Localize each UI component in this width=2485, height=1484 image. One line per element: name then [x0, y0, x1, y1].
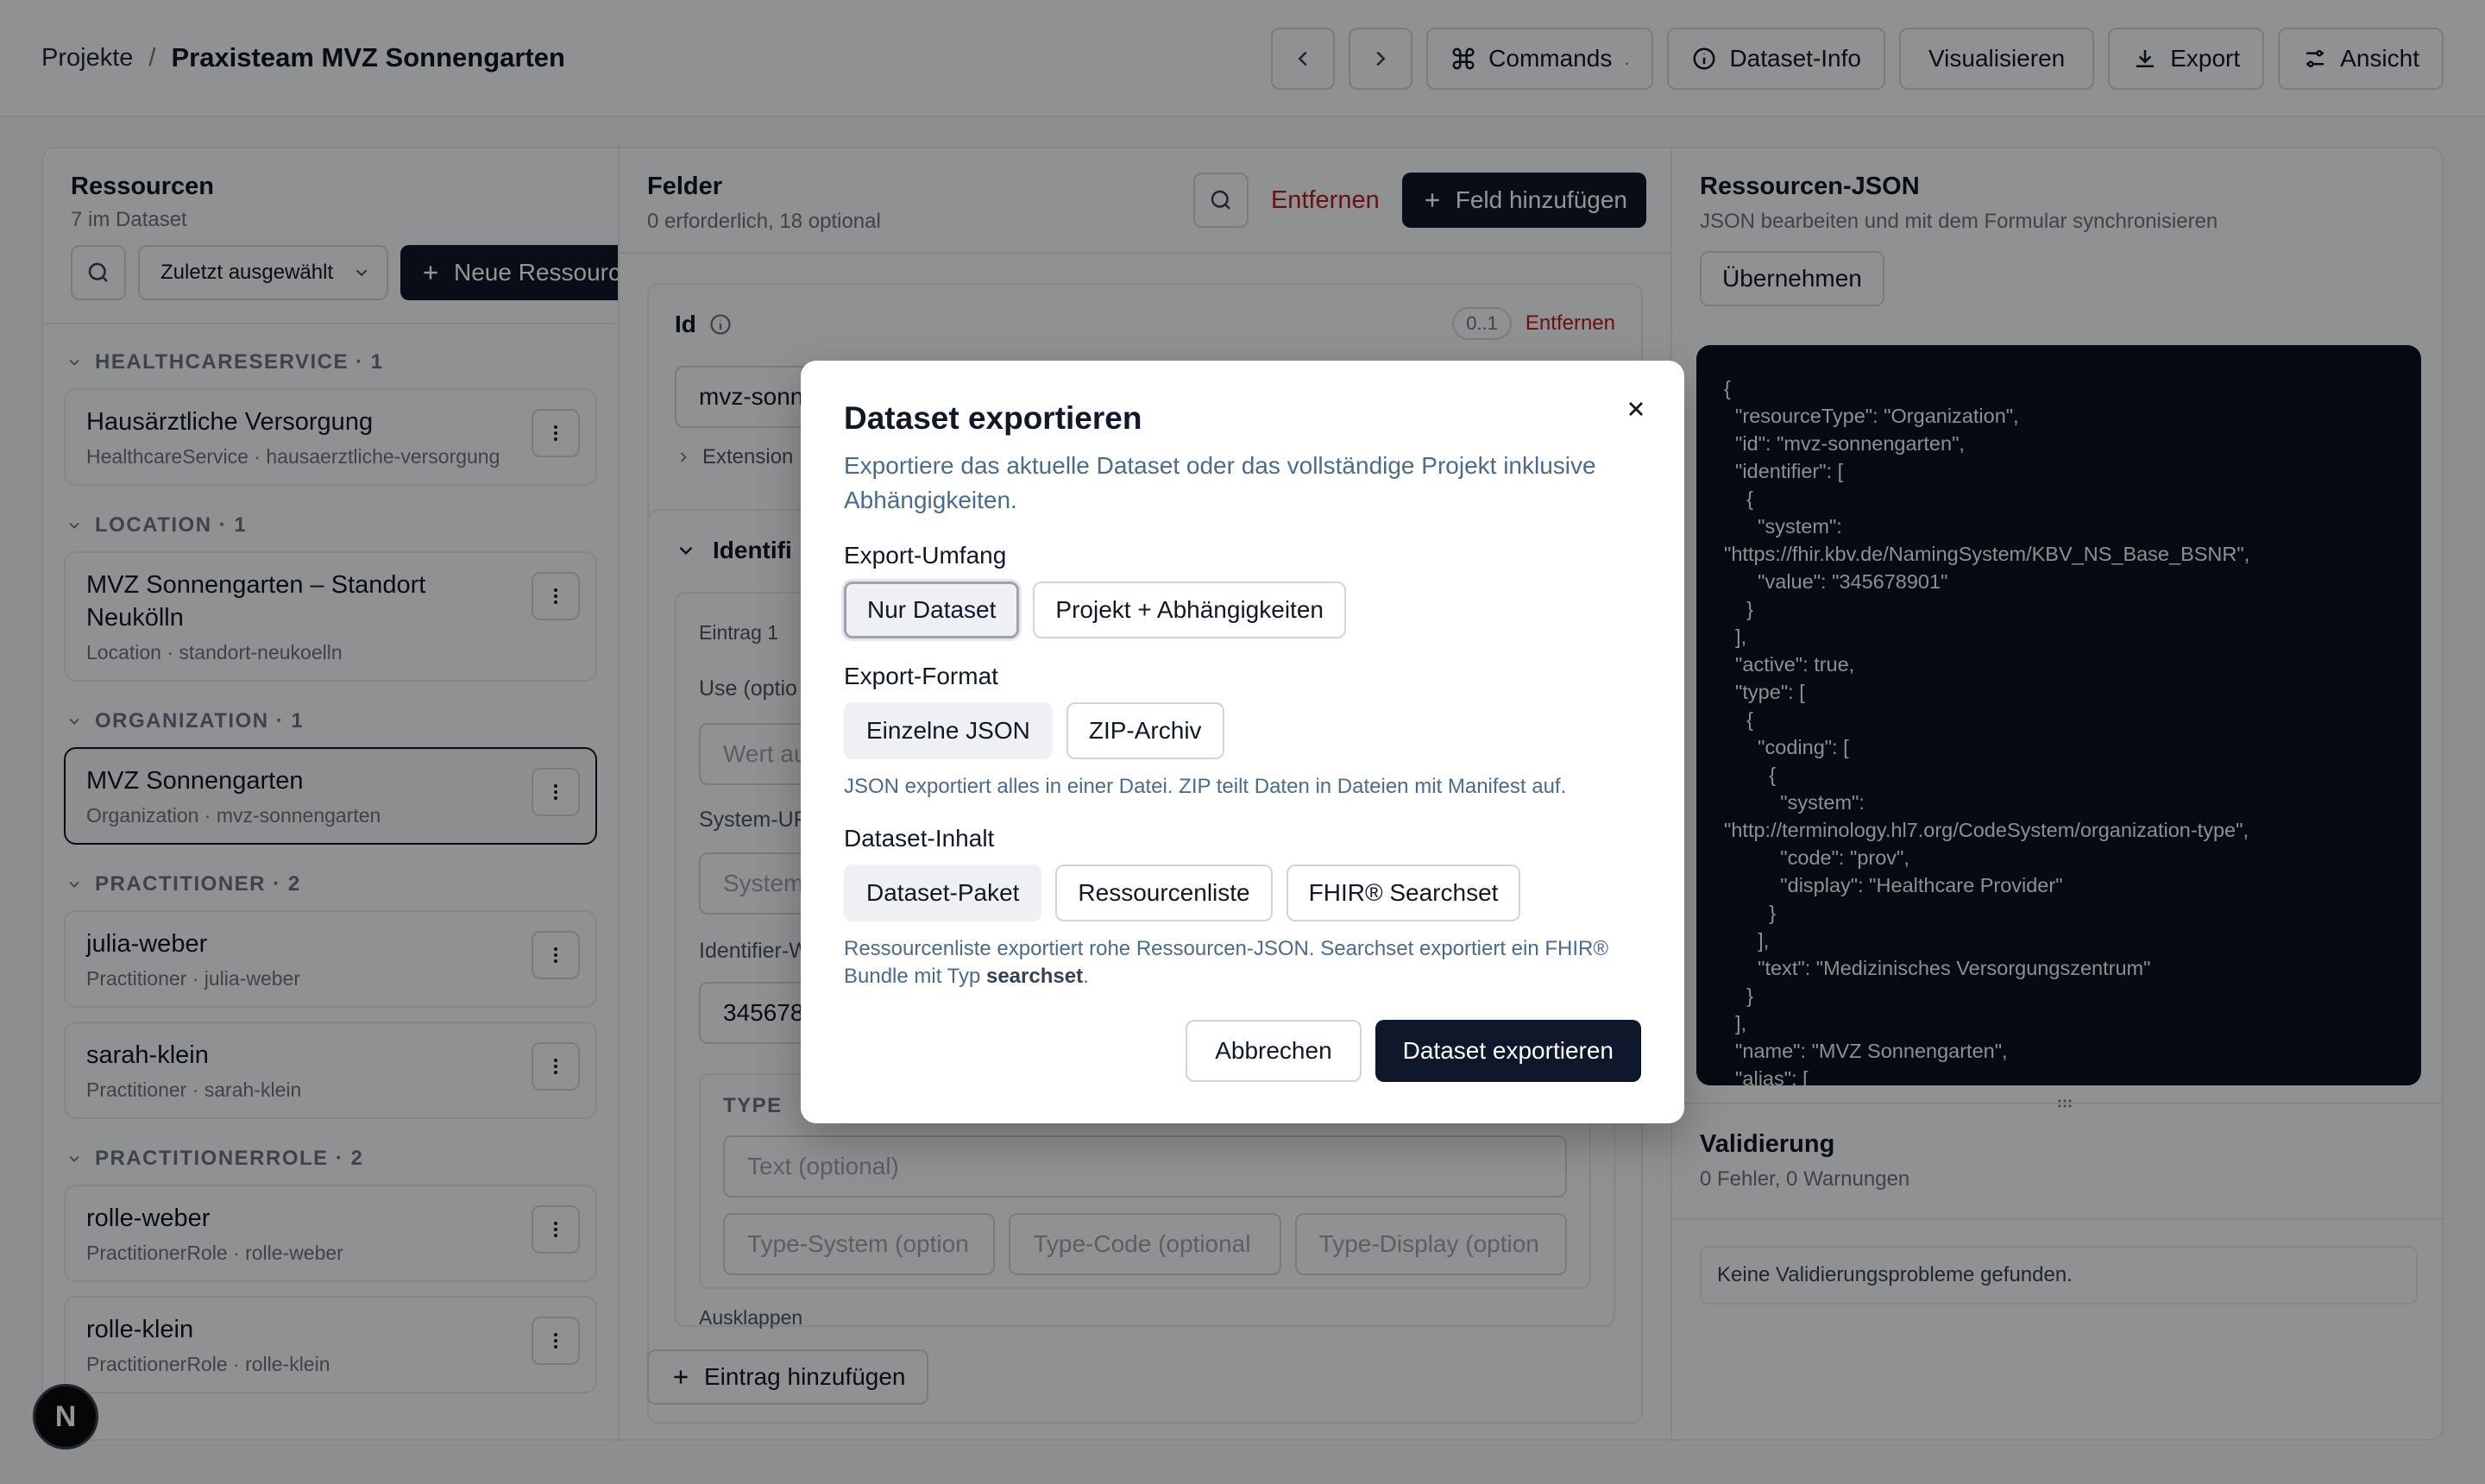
close-icon: [1629, 402, 1643, 416]
export-dialog: Dataset exportieren Exportiere das aktue…: [801, 361, 1684, 1123]
dialog-title: Dataset exportieren: [844, 400, 1142, 436]
scope-options: Nur Dataset Projekt + Abhängigkeiten: [844, 582, 1641, 638]
close-dialog-button[interactable]: [1617, 390, 1655, 428]
content-option-dataset-package[interactable]: Dataset-Paket: [844, 865, 1042, 921]
content-hint-text: Ressourcenliste exportiert rohe Ressourc…: [844, 937, 1609, 988]
dialog-description: Exportiere das aktuelle Dataset oder das…: [844, 452, 1596, 513]
content-label: Dataset-Inhalt: [844, 825, 995, 852]
format-option-zip[interactable]: ZIP-Archiv: [1066, 702, 1224, 759]
format-options: Einzelne JSON ZIP-Archiv: [844, 702, 1641, 759]
content-hint: Ressourcenliste exportiert rohe Ressourc…: [844, 935, 1641, 990]
scope-option-project-deps[interactable]: Projekt + Abhängigkeiten: [1033, 582, 1346, 638]
scope-label: Export-Umfang: [844, 542, 1007, 569]
app-root: Projekte / Praxisteam MVZ Sonnengarten C…: [0, 0, 2485, 1484]
content-hint-end: .: [1083, 965, 1089, 988]
format-label: Export-Format: [844, 663, 998, 689]
export-dataset-button[interactable]: Dataset exportieren: [1375, 1020, 1641, 1082]
content-option-searchset[interactable]: FHIR® Searchset: [1286, 865, 1521, 921]
content-hint-code: searchset: [985, 965, 1084, 988]
content-option-resource-list[interactable]: Ressourcenliste: [1055, 865, 1273, 921]
format-hint: JSON exportiert alles in einer Datei. ZI…: [844, 775, 1567, 798]
cancel-button[interactable]: Abbrechen: [1186, 1020, 1362, 1082]
format-option-single-json[interactable]: Einzelne JSON: [844, 702, 1053, 759]
scope-option-dataset-only[interactable]: Nur Dataset: [844, 582, 1020, 638]
dialog-footer: Abbrechen Dataset exportieren: [1186, 1020, 1641, 1082]
content-options: Dataset-Paket Ressourcenliste FHIR® Sear…: [844, 865, 1641, 921]
